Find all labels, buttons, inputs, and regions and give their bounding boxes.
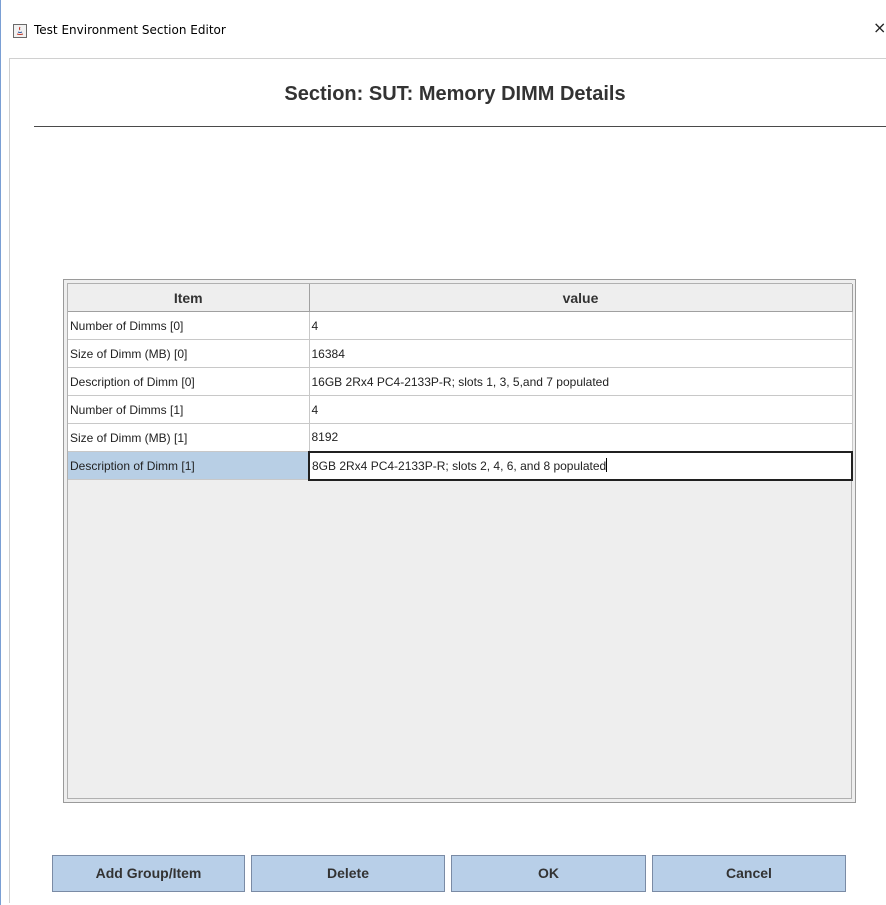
item-cell-selected[interactable]: Description of Dimm [1] xyxy=(68,451,310,480)
value-cell[interactable]: 16384 xyxy=(309,339,853,368)
page-title: Section: SUT: Memory DIMM Details xyxy=(284,83,626,105)
title-bar[interactable]: Test Environment Section Editor × xyxy=(1,0,886,49)
ok-button[interactable]: OK xyxy=(451,855,646,892)
value-cell[interactable]: 4 xyxy=(309,311,853,340)
editor-window: Test Environment Section Editor × Sectio… xyxy=(0,0,886,905)
value-cell-editor-text[interactable]: 8GB 2Rx4 PC4-2133P-R; slots 2, 4, 6, and… xyxy=(312,459,606,473)
item-cell[interactable]: Size of Dimm (MB) [1] xyxy=(68,423,310,452)
close-icon[interactable]: × xyxy=(873,20,886,36)
value-cell[interactable]: 8192 xyxy=(309,423,853,452)
header-divider xyxy=(34,126,886,127)
value-cell-editing[interactable]: 8GB 2Rx4 PC4-2133P-R; slots 2, 4, 6, and… xyxy=(308,450,853,481)
table-row-selected[interactable]: Description of Dimm [1] 8GB 2Rx4 PC4-213… xyxy=(68,450,853,481)
table-header-row: Item value xyxy=(68,284,853,312)
window-title: Test Environment Section Editor xyxy=(34,23,226,37)
table-row[interactable]: Size of Dimm (MB) [0] 16384 xyxy=(68,339,853,368)
java-app-icon xyxy=(13,24,27,38)
column-header-value[interactable]: value xyxy=(309,284,853,312)
table-row[interactable]: Description of Dimm [0] 16GB 2Rx4 PC4-21… xyxy=(68,367,853,396)
table-scroll-pane: Item value Number of Dimms [0] 4 Size of… xyxy=(63,279,856,803)
item-cell[interactable]: Size of Dimm (MB) [0] xyxy=(68,339,310,368)
item-cell[interactable]: Description of Dimm [0] xyxy=(68,367,310,396)
table-viewport: Item value Number of Dimms [0] 4 Size of… xyxy=(67,283,853,799)
column-header-item[interactable]: Item xyxy=(68,284,310,312)
table-row[interactable]: Size of Dimm (MB) [1] 8192 xyxy=(68,423,853,452)
value-cell[interactable]: 16GB 2Rx4 PC4-2133P-R; slots 1, 3, 5,and… xyxy=(309,367,853,396)
delete-button[interactable]: Delete xyxy=(251,855,445,892)
table-row[interactable]: Number of Dimms [0] 4 xyxy=(68,311,853,340)
section-table: Item value Number of Dimms [0] 4 Size of… xyxy=(68,284,853,481)
text-caret xyxy=(606,458,608,472)
add-group-item-button[interactable]: Add Group/Item xyxy=(52,855,245,892)
item-cell[interactable]: Number of Dimms [0] xyxy=(68,311,310,340)
value-cell[interactable]: 4 xyxy=(309,395,853,424)
item-cell[interactable]: Number of Dimms [1] xyxy=(68,395,310,424)
cancel-button[interactable]: Cancel xyxy=(652,855,846,892)
table-row[interactable]: Number of Dimms [1] 4 xyxy=(68,395,853,424)
